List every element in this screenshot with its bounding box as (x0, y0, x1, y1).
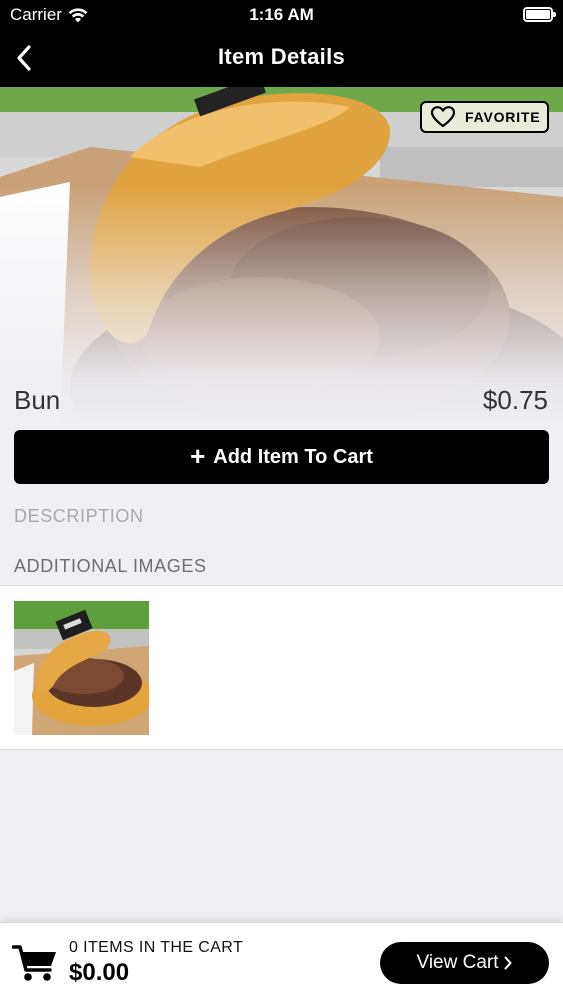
add-to-cart-label: Add Item To Cart (213, 445, 373, 468)
item-name: Bun (14, 385, 61, 415)
cart-item-count: 0 ITEMS IN THE CART (69, 939, 244, 956)
view-cart-label: View Cart (416, 952, 499, 973)
item-price: $0.75 (482, 385, 548, 415)
heart-outline-icon (431, 106, 455, 128)
status-time: 1:16 AM (249, 5, 314, 24)
page-title: Item Details (217, 44, 346, 69)
additional-images-header: ADDITIONAL IMAGES (14, 556, 207, 576)
view-cart-button[interactable]: View Cart (380, 942, 549, 984)
status-bar: Carrier 1:16 AM (0, 0, 563, 30)
battery-icon (523, 7, 556, 22)
plus-icon: + (190, 441, 206, 471)
add-to-cart-button[interactable]: + Add Item To Cart (14, 430, 549, 484)
item-hero-image (0, 87, 563, 427)
favorite-button[interactable]: FAVORITE (420, 101, 549, 133)
nav-bar: Item Details (0, 30, 563, 87)
description-header: DESCRIPTION (14, 506, 144, 526)
sandwich-thumbnail-image (14, 601, 149, 735)
cart-total: $0.00 (69, 959, 130, 986)
hero-fade-overlay (0, 187, 563, 427)
favorite-label: FAVORITE (465, 109, 541, 125)
cart-summary-bar: 0 ITEMS IN THE CART $0.00 View Cart (0, 922, 563, 1000)
additional-images-panel (0, 585, 563, 750)
shopping-cart-icon (12, 945, 56, 981)
additional-image-thumbnail[interactable] (14, 601, 149, 735)
chevron-right-icon (504, 956, 511, 970)
